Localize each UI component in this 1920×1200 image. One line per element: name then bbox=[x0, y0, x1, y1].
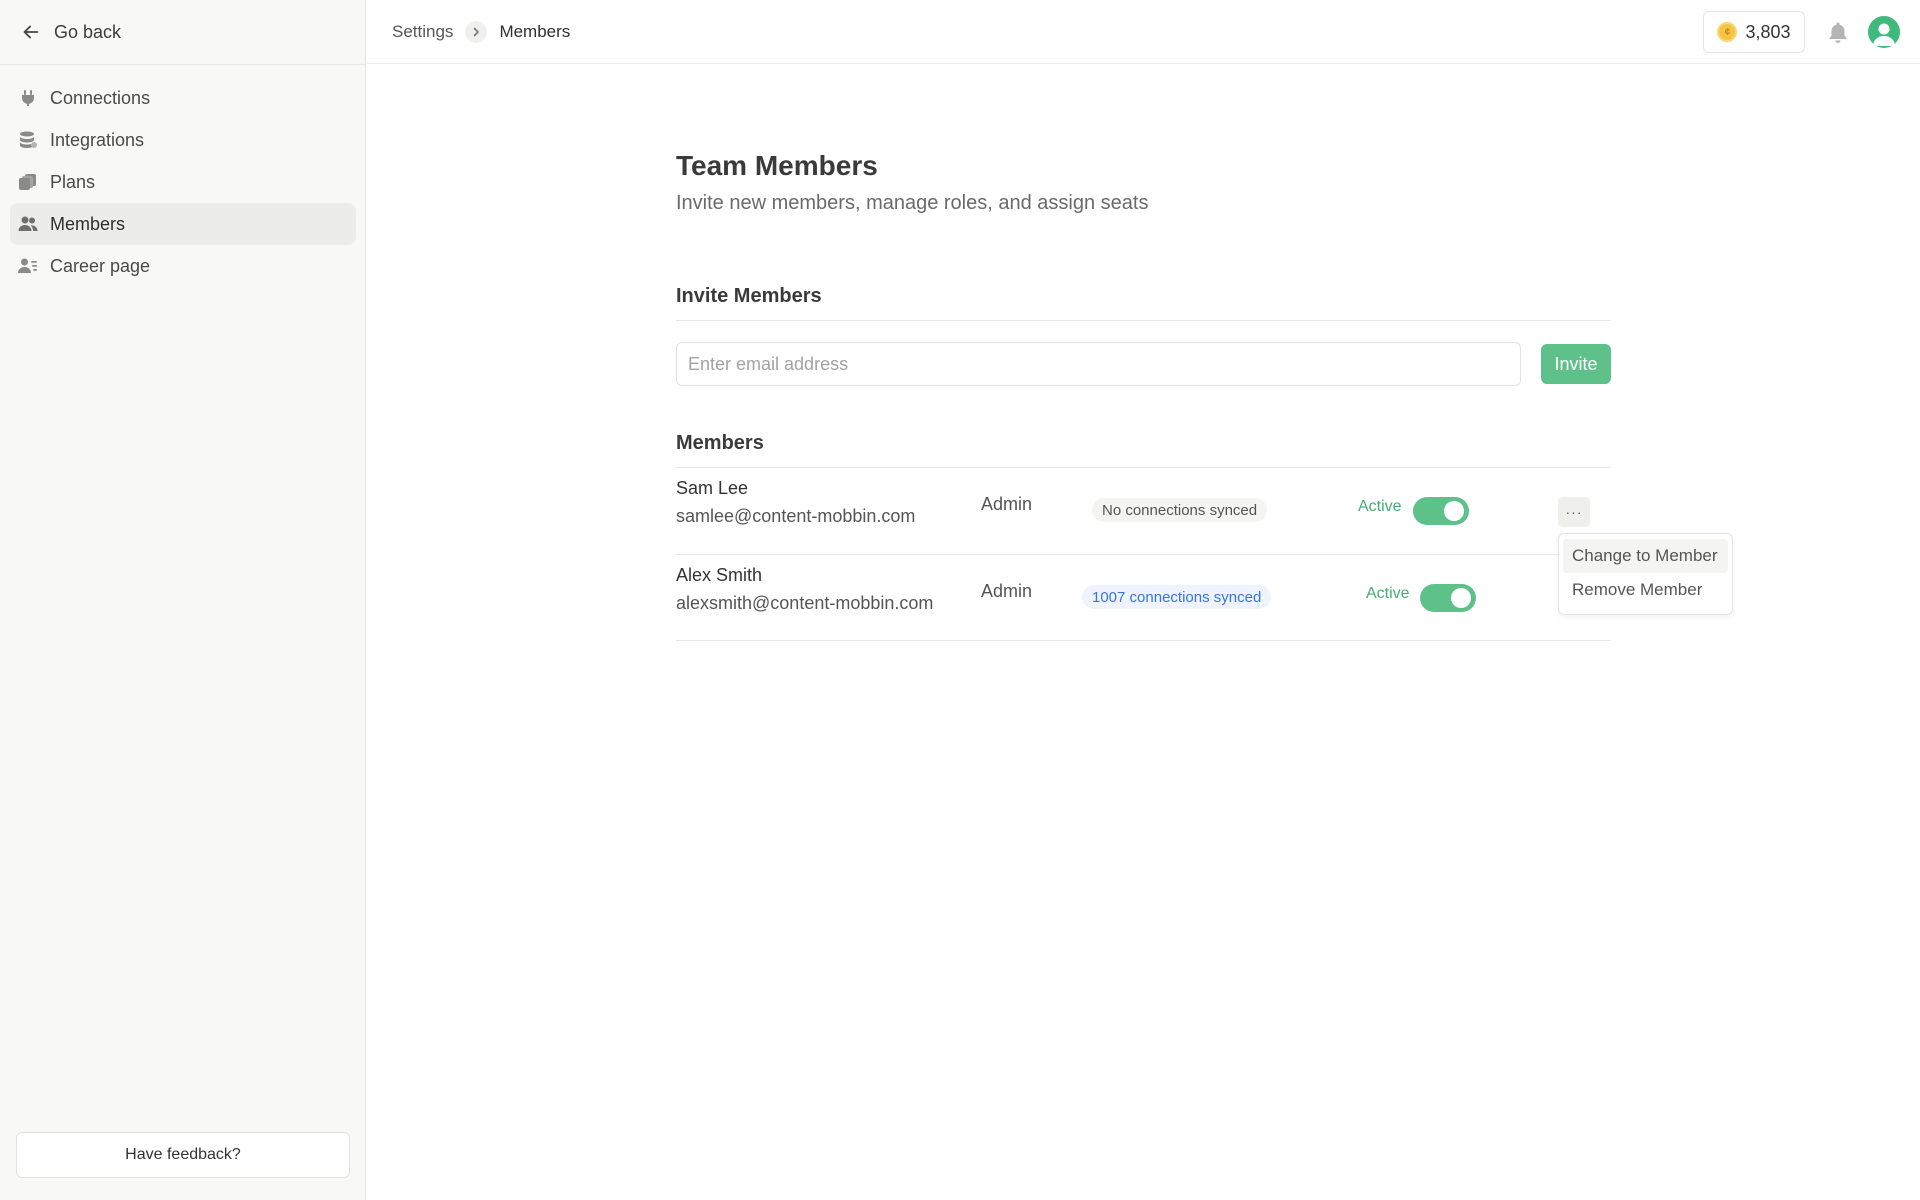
more-options-button[interactable]: ··· bbox=[1558, 497, 1590, 527]
arrow-left-icon bbox=[23, 25, 39, 39]
avatar[interactable] bbox=[1868, 16, 1900, 48]
toggle-knob bbox=[1451, 588, 1471, 608]
sidebar-item-members[interactable]: Members bbox=[10, 203, 356, 245]
remove-member-option[interactable]: Remove Member bbox=[1563, 573, 1728, 607]
member-name: Alex Smith bbox=[676, 565, 763, 585]
feedback-button[interactable]: Have feedback? bbox=[16, 1132, 350, 1178]
users-icon bbox=[18, 216, 38, 231]
sidebar: Go back Connections Integrations Plans M… bbox=[0, 0, 366, 1200]
invite-heading: Invite Members bbox=[676, 285, 822, 307]
plans-icon bbox=[19, 174, 36, 190]
settings-nav: Connections Integrations Plans Members C… bbox=[10, 77, 356, 287]
sidebar-item-label: Integrations bbox=[50, 129, 145, 150]
breadcrumb: Settings Members bbox=[392, 20, 570, 44]
sidebar-item-career-page[interactable]: Career page bbox=[10, 245, 356, 287]
go-back-label: Go back bbox=[54, 21, 122, 42]
page-title: Team Members bbox=[676, 150, 878, 181]
active-toggle[interactable] bbox=[1420, 584, 1476, 612]
toggle-knob bbox=[1444, 501, 1464, 521]
row-divider bbox=[676, 640, 1611, 641]
page-subtitle: Invite new members, manage roles, and as… bbox=[676, 192, 1149, 214]
member-role: Admin bbox=[981, 581, 1033, 601]
sidebar-divider bbox=[0, 64, 366, 65]
table-row: Alex Smith alexsmith@content-mobbin.com … bbox=[676, 555, 1611, 641]
invite-divider bbox=[676, 320, 1611, 321]
breadcrumb-settings[interactable]: Settings bbox=[392, 22, 453, 42]
active-toggle[interactable] bbox=[1413, 497, 1469, 525]
member-email: alexsmith@content-mobbin.com bbox=[676, 593, 934, 613]
database-icon bbox=[20, 131, 37, 148]
sidebar-item-label: Career page bbox=[50, 255, 151, 276]
members-heading: Members bbox=[676, 432, 764, 454]
topbar: Settings Members ¢ 3,803 bbox=[367, 0, 1920, 64]
go-back-link[interactable]: Go back bbox=[20, 18, 121, 46]
member-name: Sam Lee bbox=[676, 478, 749, 498]
career-icon bbox=[18, 258, 37, 273]
table-row: Sam Lee samlee@content-mobbin.com Admin … bbox=[676, 468, 1611, 554]
sidebar-item-label: Plans bbox=[50, 171, 96, 192]
credits-button[interactable]: ¢ 3,803 bbox=[1703, 11, 1805, 53]
sidebar-item-label: Connections bbox=[50, 87, 151, 108]
member-email: samlee@content-mobbin.com bbox=[676, 506, 916, 526]
invite-button[interactable]: Invite bbox=[1541, 344, 1611, 384]
sync-badge[interactable]: 1007 connections synced bbox=[1082, 585, 1272, 609]
breadcrumb-members: Members bbox=[499, 22, 571, 41]
change-to-member-option[interactable]: Change to Member bbox=[1563, 539, 1728, 573]
user-avatar-icon bbox=[1873, 23, 1895, 46]
member-role: Admin bbox=[981, 494, 1033, 514]
bell-icon[interactable] bbox=[1826, 20, 1850, 44]
coin-icon: ¢ bbox=[1717, 22, 1738, 42]
credits-count: 3,803 bbox=[1745, 21, 1791, 42]
sync-badge: No connections synced bbox=[1092, 498, 1268, 522]
plug-icon bbox=[22, 90, 34, 106]
email-input[interactable] bbox=[676, 342, 1521, 386]
sidebar-item-plans[interactable]: Plans bbox=[10, 161, 356, 203]
sidebar-item-connections[interactable]: Connections bbox=[10, 77, 356, 119]
status-label: Active bbox=[1366, 585, 1410, 602]
chevron-right-icon bbox=[465, 21, 488, 43]
member-options-menu: Change to Member Remove Member bbox=[1558, 533, 1733, 615]
status-label: Active bbox=[1358, 498, 1402, 515]
sidebar-item-integrations[interactable]: Integrations bbox=[10, 119, 356, 161]
sidebar-item-label: Members bbox=[50, 213, 126, 234]
